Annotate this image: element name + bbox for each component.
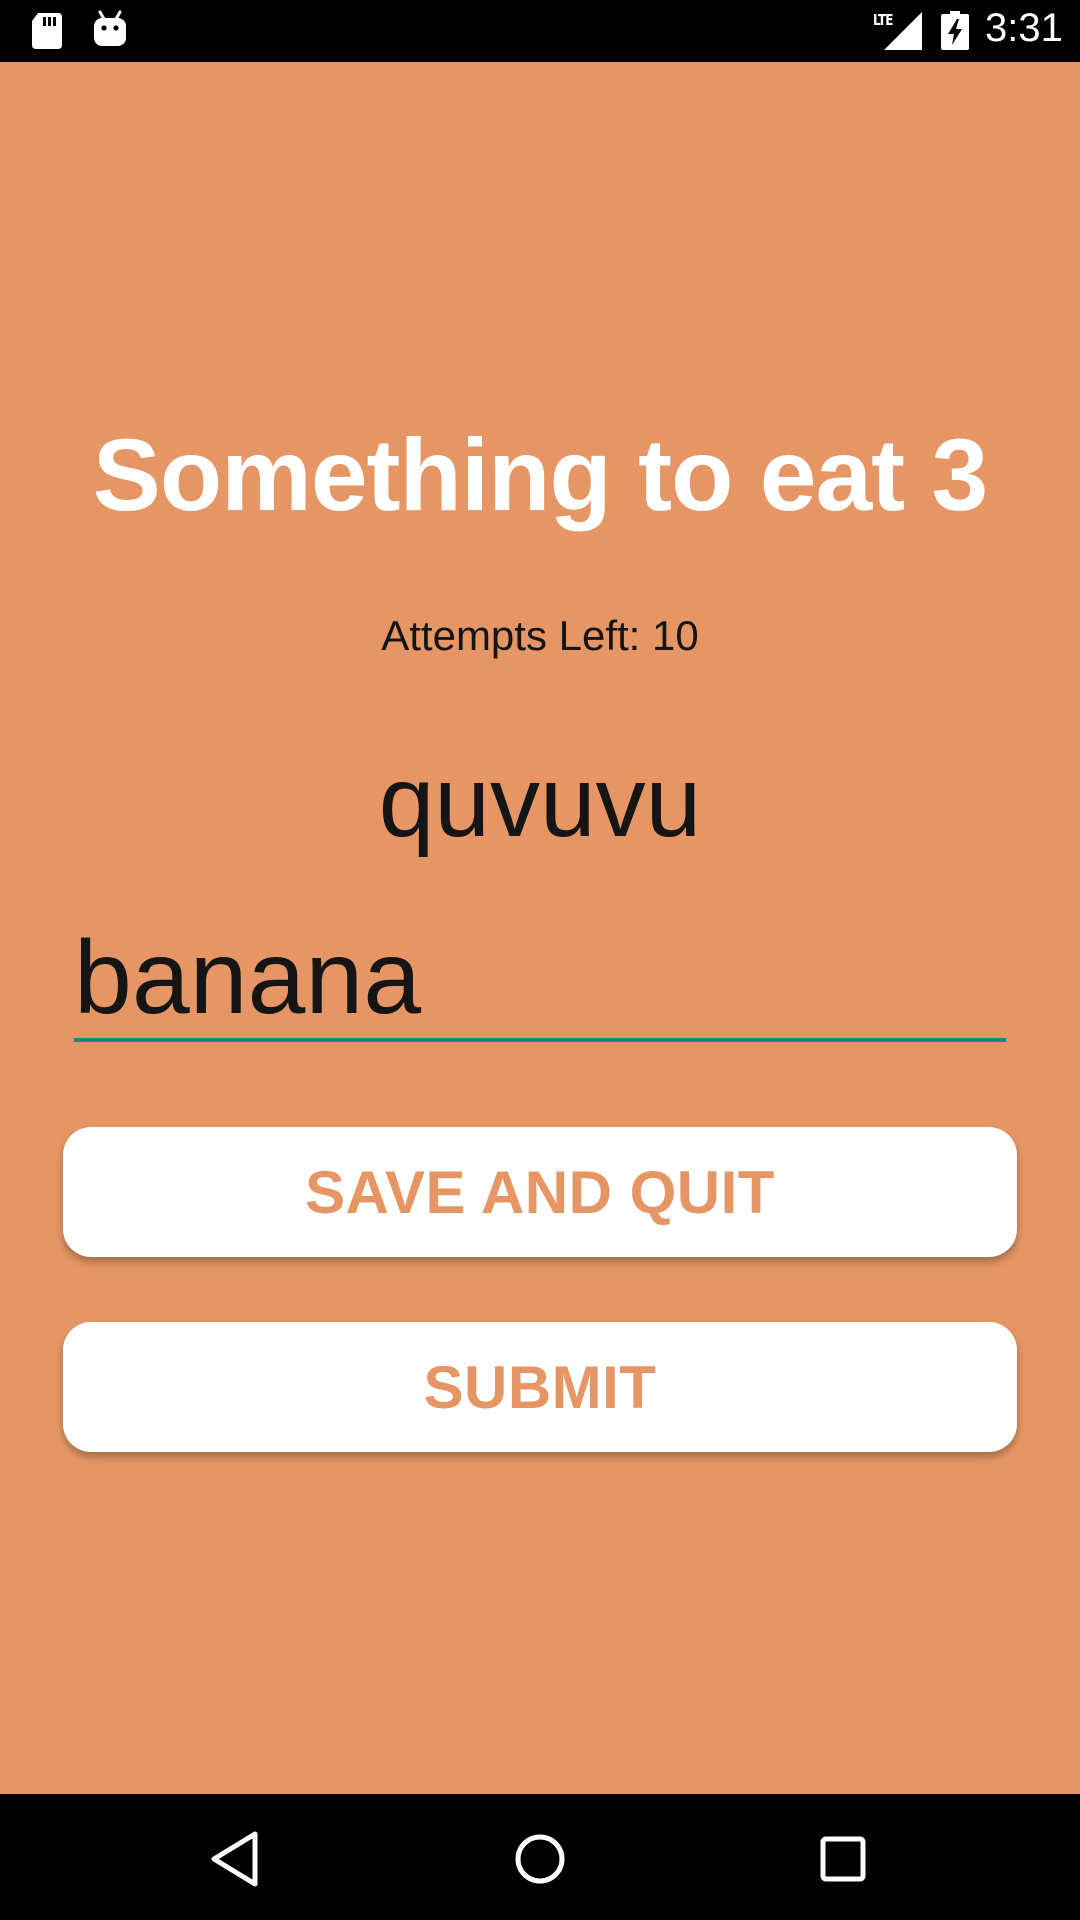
home-icon[interactable] (505, 1824, 575, 1894)
submit-button[interactable]: SUBMIT (63, 1322, 1017, 1452)
page-title: Something to eat 3 (92, 418, 988, 532)
signal-icon (884, 12, 922, 50)
attempts-left-label: Attempts Left: 10 (381, 612, 699, 659)
guess-input[interactable] (74, 918, 1006, 1042)
navigation-bar (0, 1794, 1080, 1920)
recents-icon[interactable] (808, 1824, 878, 1894)
battery-charging-icon (941, 11, 969, 50)
save-and-quit-button[interactable]: SAVE AND QUIT (63, 1127, 1017, 1257)
clock: 3:31 (985, 6, 1063, 50)
sd-card-icon (32, 13, 62, 49)
back-icon[interactable] (200, 1824, 270, 1894)
status-bar: LTE 3:31 (0, 0, 1080, 62)
android-icon (94, 10, 126, 46)
scrambled-word: quvuvu (378, 746, 702, 858)
